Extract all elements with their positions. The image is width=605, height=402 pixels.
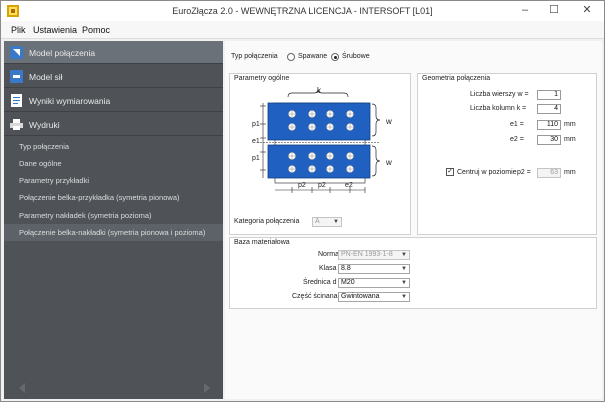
p2-label: p2 = <box>517 169 531 176</box>
forces-model-icon <box>10 70 23 83</box>
minimize-button[interactable]: – <box>513 2 537 20</box>
norm-select[interactable]: PN-EN 1993-1-8 ▼ <box>338 250 410 260</box>
sidebar-item-results[interactable]: Wyniki wymiarowania <box>4 89 223 112</box>
sub-item-beam-cover-connection[interactable]: Połączenie belka-nakładki (symetria pion… <box>4 224 223 241</box>
sub-item-connection-type[interactable]: Typ połączenia <box>4 138 223 155</box>
menu-bar: Plik Ustawienia Pomoc <box>1 21 604 39</box>
category-label: Kategoria połączenia <box>234 218 300 225</box>
p2-unit: mm <box>564 169 576 176</box>
diagram-label-w-bottom: w <box>386 158 392 167</box>
e1-input[interactable]: 110 <box>537 120 561 130</box>
radio-welded[interactable] <box>287 53 295 61</box>
e2-label: e2 = <box>510 136 524 143</box>
forward-arrow-icon[interactable] <box>201 382 213 394</box>
diagram-label-k: k <box>317 86 321 95</box>
general-params-group: Parametry ogólne k w w p1 e1 p1 p2 p2 e2… <box>229 73 411 235</box>
main-panel: Typ połączenia Spawane Śrubowe Parametry… <box>225 41 602 399</box>
diameter-label: Średnica d <box>303 279 337 286</box>
category-select[interactable]: A ▼ <box>312 217 342 227</box>
geometry-title: Geometria połączenia <box>422 75 491 82</box>
close-button[interactable]: ✕ <box>575 2 599 20</box>
cols-label: Liczba kolumn k = <box>470 105 527 112</box>
diagram-label-p2-second: p2 <box>318 182 326 189</box>
sidebar-item-printouts[interactable]: Wydruki <box>4 113 223 136</box>
center-horizontal-checkbox[interactable]: ✓ <box>446 168 454 176</box>
sidebar-item-connection-model[interactable]: Model połączenia <box>4 41 223 64</box>
sub-item-beam-splice-connection[interactable]: Połączenie belka-przykładka (symetria pi… <box>4 189 223 206</box>
norm-label: Norma <box>318 251 340 258</box>
class-select[interactable]: 8.8 ▼ <box>338 264 410 274</box>
sidebar: Model połączenia Model sił Wyniki wymiar… <box>4 41 223 399</box>
chevron-down-icon: ▼ <box>401 252 407 258</box>
menu-plik[interactable]: Plik <box>11 25 26 35</box>
title-bar: EuroZłącza 2.0 - WEWNĘTRZNA LICENCJA - I… <box>1 1 604 21</box>
printer-icon <box>10 119 23 130</box>
back-arrow-icon[interactable] <box>16 382 28 394</box>
chevron-down-icon: ▼ <box>333 219 339 225</box>
maximize-button[interactable]: ☐ <box>542 2 566 20</box>
geometry-group: Geometria połączenia Liczba wierszy w = … <box>417 73 597 235</box>
chevron-down-icon: ▼ <box>401 266 407 272</box>
shear-part-select[interactable]: Gwintowana ▼ <box>338 292 410 302</box>
sub-item-cover-params[interactable]: Parametry nakładek (symetria pozioma) <box>4 207 223 224</box>
sidebar-nav-arrows <box>4 379 223 399</box>
p2-input[interactable]: 63 <box>537 168 561 178</box>
diameter-select[interactable]: M20 ▼ <box>338 278 410 288</box>
sub-item-general-data[interactable]: Dane ogólne <box>4 155 223 172</box>
results-icon <box>11 94 22 107</box>
chevron-down-icon: ▼ <box>401 280 407 286</box>
e1-unit: mm <box>564 121 576 128</box>
diagram-label-w-top: w <box>386 117 392 126</box>
class-label: Klasa <box>319 265 337 272</box>
radio-bolted-label: Śrubowe <box>342 53 370 60</box>
diagram-label-p2-first: p2 <box>298 182 306 189</box>
menu-ustawienia[interactable]: Ustawienia <box>33 25 77 35</box>
diagram-label-p1-bottom: p1 <box>252 155 260 162</box>
connection-model-icon <box>10 46 23 59</box>
cols-input[interactable]: 4 <box>537 104 561 114</box>
rows-input[interactable]: 1 <box>537 90 561 100</box>
center-horizontal-label: Centruj w poziomie <box>457 169 517 176</box>
sub-item-splice-params[interactable]: Parametry przykładki <box>4 172 223 189</box>
general-params-title: Parametry ogólne <box>234 75 290 82</box>
menu-pomoc[interactable]: Pomoc <box>82 25 110 35</box>
chevron-down-icon: ▼ <box>401 294 407 300</box>
diagram-label-e1: e1 <box>252 138 260 145</box>
connection-type-label: Typ połączenia <box>231 53 278 60</box>
e2-unit: mm <box>564 136 576 143</box>
rows-label: Liczba wierszy w = <box>470 91 529 98</box>
diagram-label-e2: e2 <box>345 182 353 189</box>
material-title: Baza materiałowa <box>234 239 290 246</box>
radio-bolted[interactable] <box>331 53 339 61</box>
diagram-label-p1-top: p1 <box>252 121 260 128</box>
material-group: Baza materiałowa Norma PN-EN 1993-1-8 ▼ K… <box>229 237 597 309</box>
sidebar-item-forces-model[interactable]: Model sił <box>4 65 223 88</box>
radio-welded-label: Spawane <box>298 53 328 60</box>
e1-label: e1 = <box>510 121 524 128</box>
shear-part-label: Część ścinana <box>292 293 338 300</box>
app-window: EuroZłącza 2.0 - WEWNĘTRZNA LICENCJA - I… <box>0 0 605 402</box>
e2-input[interactable]: 30 <box>537 135 561 145</box>
